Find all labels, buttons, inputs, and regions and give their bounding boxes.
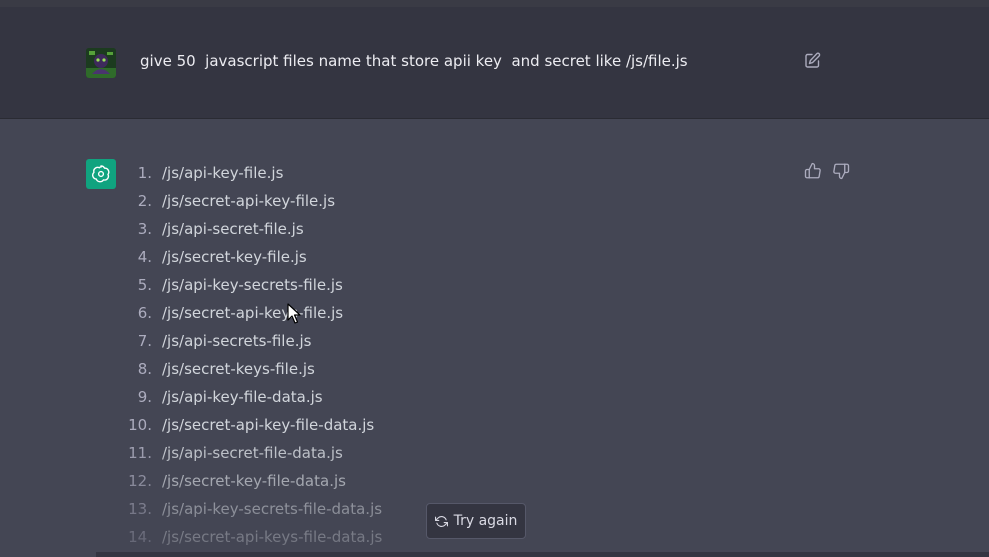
list-item: 4. /js/secret-key-file.js [120,243,307,271]
list-item-text: /js/secret-api-keys-file-data.js [162,528,383,546]
list-item: 14. /js/secret-api-keys-file-data.js [120,523,382,551]
list-item-text: /js/api-key-file-data.js [162,388,323,406]
list-item-text: /js/api-key-secrets-file-data.js [162,500,383,518]
list-item: 9. /js/api-key-file-data.js [120,383,323,411]
list-item: 6. /js/secret-api-keys-file.js [120,299,343,327]
list-item-number: 14. [128,528,152,546]
list-item-number: 13. [128,500,152,518]
list-item-number: 8. [137,360,152,378]
list-item-text: /js/secret-keys-file.js [162,360,315,378]
list-item-text: /js/secret-key-file-data.js [162,472,346,490]
list-item-text: /js/api-secret-file-data.js [162,444,343,462]
list-item-text: /js/secret-key-file.js [162,248,307,266]
bottom-divider [96,552,989,557]
openai-logo-icon [92,165,110,183]
try-again-button[interactable]: Try again [426,503,526,539]
list-item: 12. /js/secret-key-file-data.js [120,467,346,495]
try-again-label: Try again [453,513,518,529]
mouse-cursor-icon [287,303,301,325]
user-message-text: give 50 javascript files name that store… [140,52,688,70]
answer-list: 1. /js/api-key-file.js 2. /js/secret-api-k… [120,159,382,551]
list-item-number: 5. [137,276,152,294]
list-item: 10. /js/secret-api-key-file-data.js [120,411,374,439]
user-message-row: give 50 javascript files name that store… [0,7,989,119]
assistant-avatar [86,159,116,189]
list-item-text: /js/api-key-secrets-file.js [162,276,343,294]
list-item: 3. /js/api-secret-file.js [120,215,304,243]
list-item-number: 10. [128,416,152,434]
thumbs-down-icon[interactable] [832,162,850,180]
top-divider [0,0,989,7]
list-item-number: 2. [137,192,152,210]
list-item-number: 3. [137,220,152,238]
list-item: 5. /js/api-key-secrets-file.js [120,271,343,299]
user-avatar [86,48,116,78]
list-item-text: /js/api-secrets-file.js [162,332,312,350]
list-item: 7. /js/api-secrets-file.js [120,327,312,355]
chat-page: give 50 javascript files name that store… [0,0,989,557]
list-item: 13. /js/api-key-secrets-file-data.js [120,495,382,523]
list-item-text: /js/api-key-file.js [162,164,284,182]
list-item: 11. /js/api-secret-file-data.js [120,439,343,467]
list-item-number: 12. [128,472,152,490]
list-item-number: 11. [128,444,152,462]
refresh-icon [434,515,448,527]
list-item-number: 9. [137,388,152,406]
list-item-text: /js/secret-api-keys-file.js [162,304,344,322]
list-item-number: 1. [137,164,152,182]
list-item: 2. /js/secret-api-key-file.js [120,187,335,215]
list-item-text: /js/api-secret-file.js [162,220,304,238]
list-item-text: /js/secret-api-key-file.js [162,192,336,210]
edit-icon[interactable] [804,52,821,69]
list-item-number: 6. [137,304,152,322]
thumbs-up-icon[interactable] [804,162,822,180]
list-item: 8. /js/secret-keys-file.js [120,355,315,383]
list-item-text: /js/secret-api-key-file-data.js [162,416,375,434]
list-item-number: 4. [137,248,152,266]
list-item: 1. /js/api-key-file.js [120,159,284,187]
list-item-number: 7. [137,332,152,350]
